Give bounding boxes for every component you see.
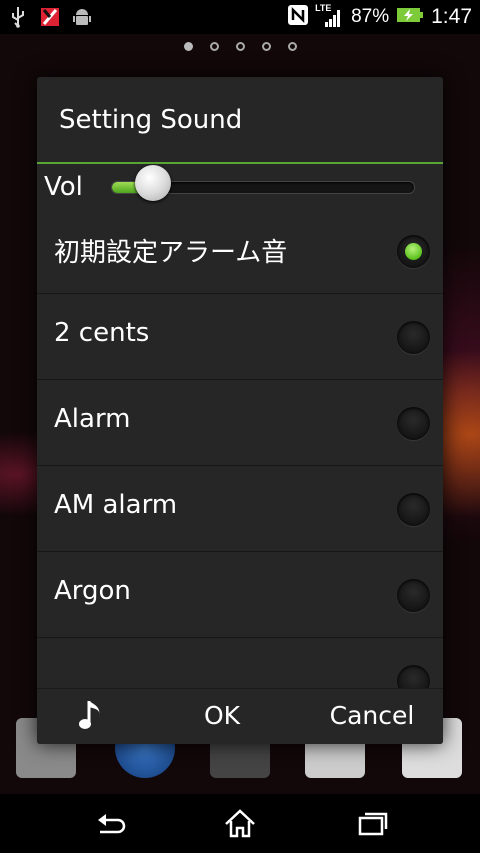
lte-label: LTE [315, 3, 332, 13]
ok-button[interactable]: OK [187, 701, 257, 730]
list-item-label: Argon [54, 576, 131, 606]
page-indicator [0, 42, 480, 51]
setting-sound-dialog: Setting Sound Vol 初期設定アラーム音 2 cents Alar… [37, 77, 443, 744]
list-item[interactable]: 2 cents [37, 294, 443, 380]
list-item[interactable]: Alarm [37, 380, 443, 466]
list-item[interactable] [37, 638, 443, 688]
android-debug-icon [72, 6, 92, 28]
radio-button[interactable] [397, 579, 430, 612]
page-dot [235, 42, 245, 51]
page-dot [261, 42, 271, 51]
list-item-label: 2 cents [54, 318, 150, 348]
radio-button[interactable] [397, 235, 430, 268]
list-item-label: 初期設定アラーム音 [54, 238, 288, 268]
home-icon[interactable] [220, 804, 260, 844]
radio-button[interactable] [397, 665, 430, 688]
signal-icon: LTE [315, 3, 343, 29]
sound-list: 初期設定アラーム音 2 cents Alarm AM alarm Argon [37, 208, 443, 688]
navigation-bar [0, 794, 480, 853]
page-dot [183, 42, 193, 51]
clock: 1:47 [431, 5, 472, 28]
list-item[interactable]: 初期設定アラーム音 [37, 208, 443, 294]
page-dot [287, 42, 297, 51]
dialog-button-bar: OK Cancel [37, 688, 443, 744]
cancel-button[interactable]: Cancel [317, 701, 427, 730]
battery-percent: 87% [351, 6, 390, 27]
nfc-icon [287, 4, 309, 30]
app-notification-icon [40, 6, 60, 28]
list-item[interactable]: Argon [37, 552, 443, 638]
list-item-label: AM alarm [54, 490, 178, 520]
recent-apps-icon[interactable] [353, 804, 393, 844]
title-divider [37, 162, 443, 164]
radio-button[interactable] [397, 321, 430, 354]
volume-label: Vol [44, 172, 83, 202]
usb-icon [8, 6, 28, 28]
radio-button[interactable] [397, 407, 430, 440]
back-icon[interactable] [90, 804, 130, 844]
battery-charging-icon [397, 7, 424, 27]
volume-slider-thumb[interactable] [135, 165, 172, 201]
radio-button[interactable] [397, 493, 430, 526]
dialog-title: Setting Sound [59, 105, 243, 135]
list-item-label: Alarm [54, 404, 131, 434]
list-item[interactable]: AM alarm [37, 466, 443, 552]
status-bar: LTE 87% 1:47 [0, 0, 480, 34]
music-note-icon[interactable] [77, 697, 107, 733]
page-dot [209, 42, 219, 51]
